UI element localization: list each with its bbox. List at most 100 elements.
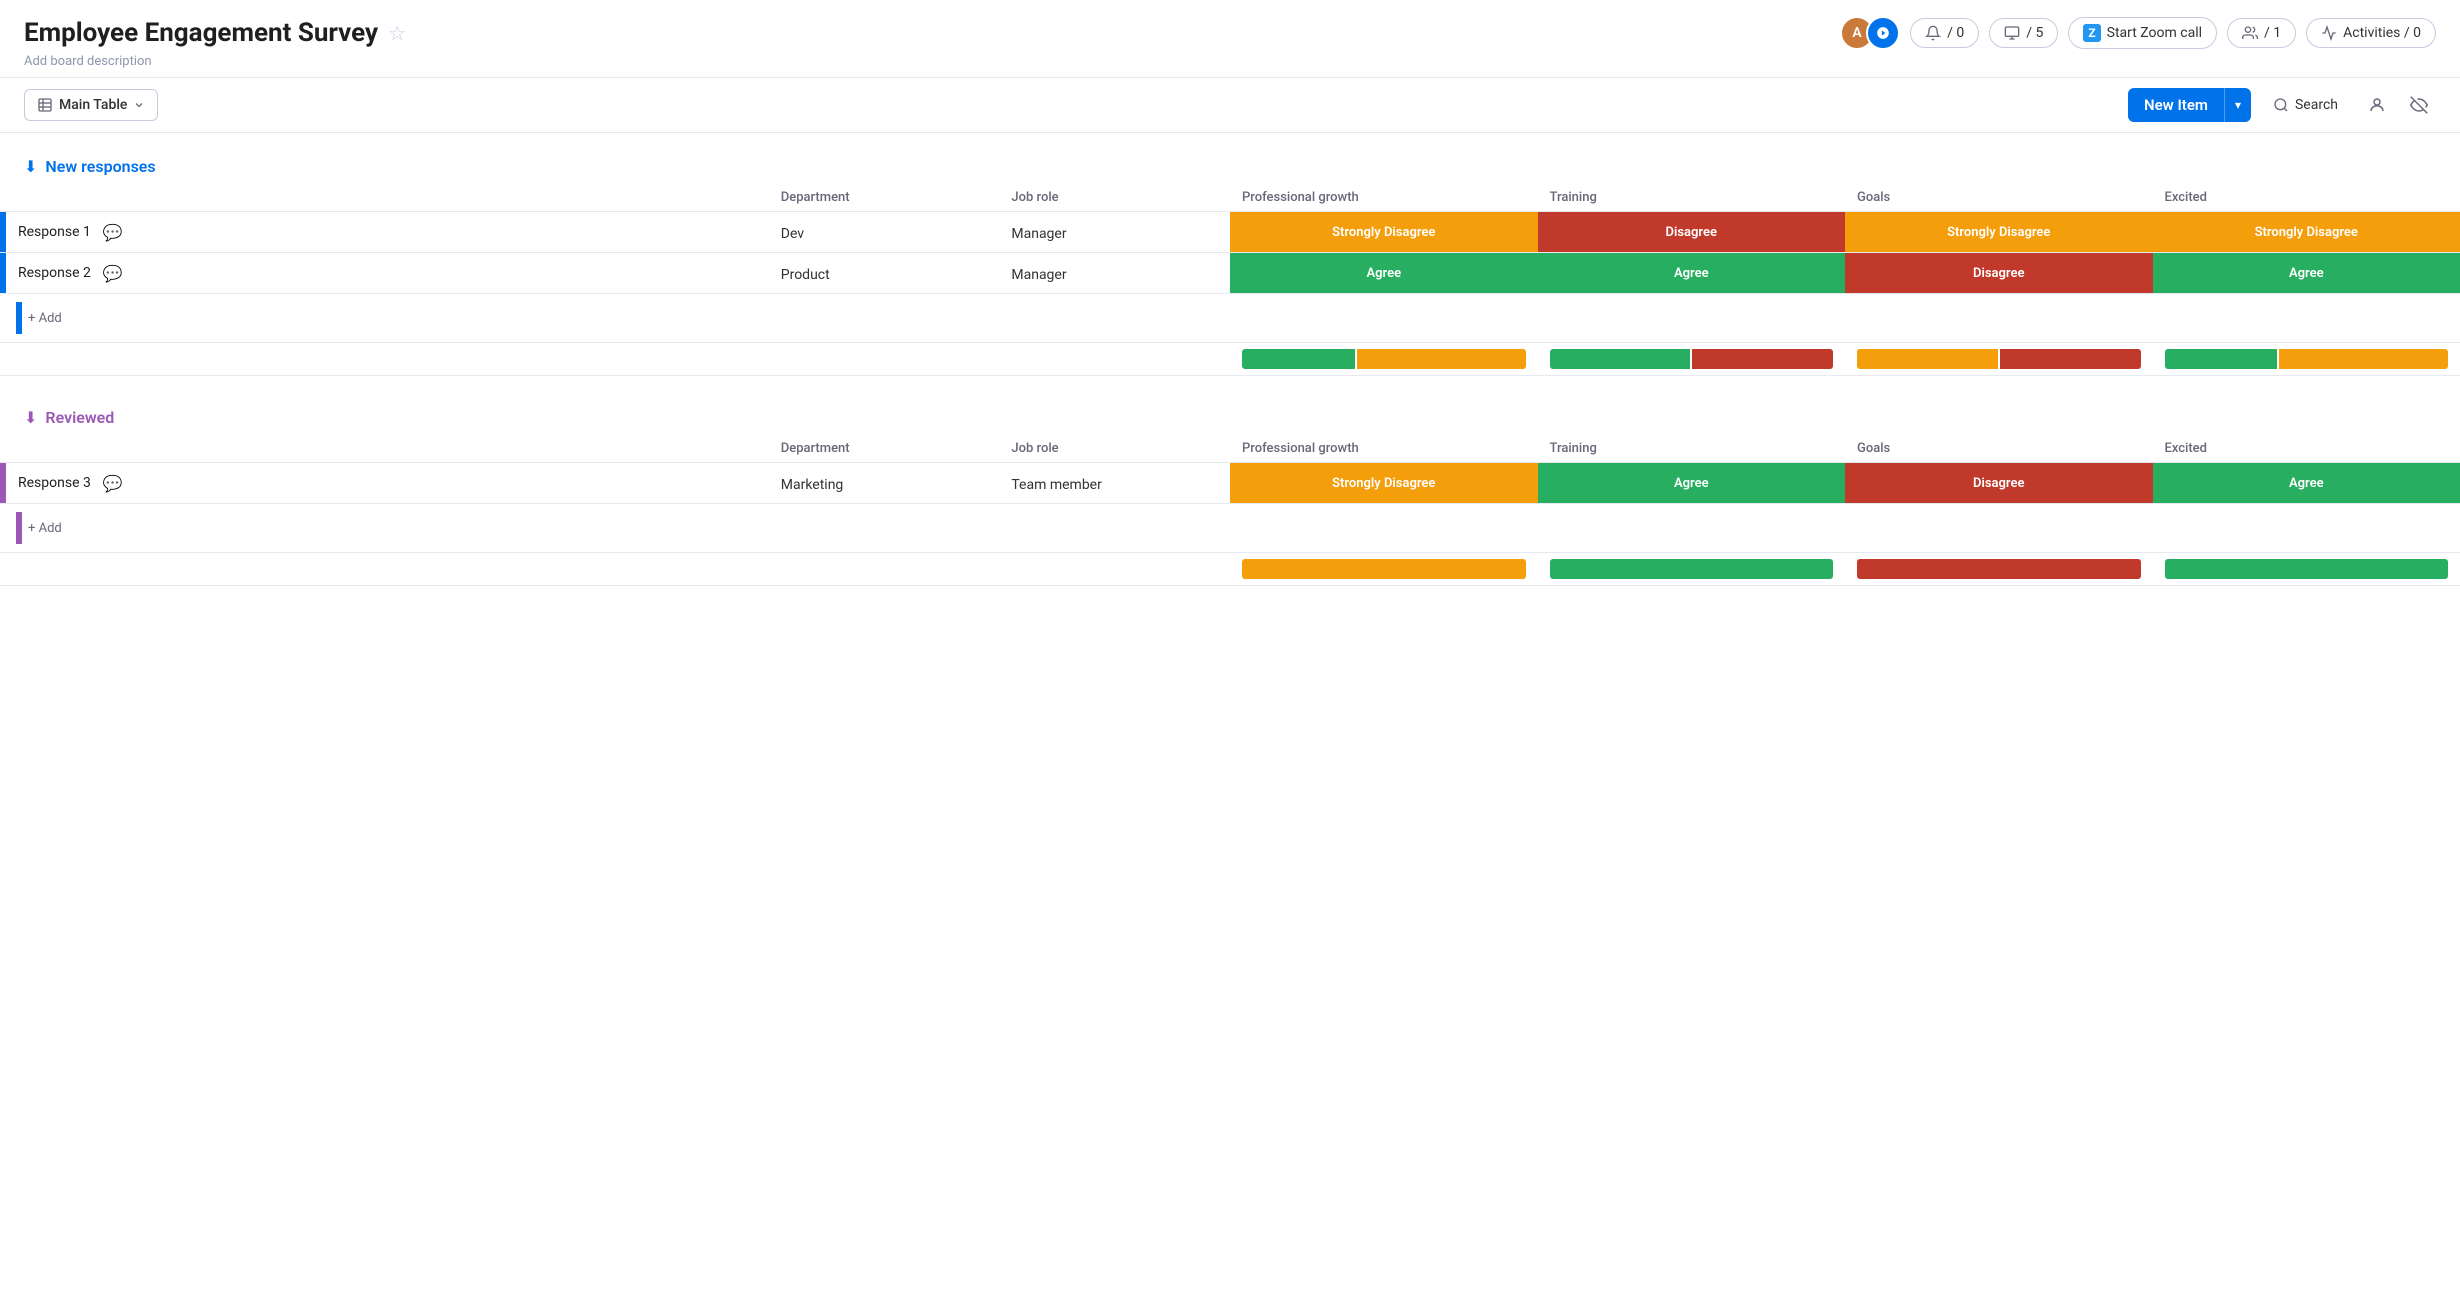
add-row-button-new[interactable]: + Add	[0, 294, 2460, 342]
header-actions: A / 0 / 5 Z Start Zoom call / 1	[1840, 16, 2436, 50]
users-count: / 1	[2264, 25, 2281, 41]
group-title-reviewed[interactable]: Reviewed	[45, 408, 114, 427]
excited-summary-bar	[2165, 349, 2449, 369]
goals-summary-bar	[1857, 349, 2141, 369]
invites-count: / 5	[2026, 25, 2043, 41]
summary-profgrowth-reviewed	[1230, 553, 1538, 586]
goals-badge-1[interactable]: Strongly Disagree	[1845, 212, 2153, 252]
row-name-cell-1: Response 1 💬	[0, 212, 769, 253]
row-name-2: Response 2	[18, 265, 91, 281]
group-reviewed: ⬇ Reviewed Department Job role Profes	[0, 400, 2460, 586]
main-content: ⬇ New responses Department Department Jo…	[0, 133, 2460, 626]
table-reviewed: Department Job role Professional growth …	[0, 435, 2460, 586]
summary-row-new	[0, 343, 2460, 376]
summary-training-reviewed	[1538, 553, 1846, 586]
page-header: Employee Engagement Survey ☆ A / 0 / 5 Z…	[0, 0, 2460, 78]
goals-cell-1[interactable]: Strongly Disagree	[1845, 212, 2153, 253]
person-icon-button[interactable]	[2360, 88, 2394, 122]
col-header-training-new: Training	[1538, 184, 1846, 212]
new-item-button[interactable]: New Item ▾	[2128, 88, 2251, 122]
add-row-label-reviewed[interactable]: + Add	[28, 521, 62, 536]
summary-empty-reviewed	[0, 553, 1230, 586]
board-description[interactable]: Add board description	[24, 54, 2436, 69]
table-icon	[37, 97, 53, 113]
add-row-reviewed[interactable]: + Add	[0, 504, 2460, 553]
search-button[interactable]: Search	[2259, 90, 2352, 120]
goals-summary-bar-r	[1857, 559, 2141, 579]
updates-count: / 0	[1947, 25, 1964, 41]
profgrowth-cell-3[interactable]: Strongly Disagree	[1230, 463, 1538, 504]
zoom-button[interactable]: Z Start Zoom call	[2068, 17, 2217, 49]
goals-badge-3[interactable]: Disagree	[1845, 463, 2153, 503]
users-button[interactable]: / 1	[2227, 18, 2296, 48]
jobrole-value-1: Manager	[999, 218, 1078, 250]
training-cell-2[interactable]: Agree	[1538, 253, 1846, 294]
excited-cell-1[interactable]: Strongly Disagree	[2153, 212, 2460, 253]
training-badge-2[interactable]: Agree	[1538, 253, 1846, 293]
dept-value-1: Dev	[769, 218, 816, 250]
col-header-excited-reviewed: Excited	[2153, 435, 2460, 463]
training-badge-1[interactable]: Disagree	[1538, 212, 1846, 252]
excited-cell-2[interactable]: Agree	[2153, 253, 2460, 294]
training-cell-3[interactable]: Agree	[1538, 463, 1846, 504]
toolbar-right: New Item ▾ Search	[2128, 88, 2436, 122]
excited-badge-1[interactable]: Strongly Disagree	[2153, 212, 2460, 252]
col-header-profgrowth-reviewed: Professional growth	[1230, 435, 1538, 463]
row-name-cell-3: Response 3 💬	[0, 463, 769, 504]
add-row-new[interactable]: + Add	[0, 294, 2460, 343]
chevron-down-icon	[133, 99, 145, 111]
updates-button[interactable]: / 0	[1910, 18, 1979, 48]
summary-profgrowth-new	[1230, 343, 1538, 376]
invites-button[interactable]: / 5	[1989, 18, 2058, 48]
profgrowth-badge-2[interactable]: Agree	[1230, 253, 1538, 293]
training-cell-1[interactable]: Disagree	[1538, 212, 1846, 253]
profgrowth-cell-1[interactable]: Strongly Disagree	[1230, 212, 1538, 253]
comment-icon-2[interactable]: 💬	[103, 264, 123, 283]
goals-badge-2[interactable]: Disagree	[1845, 253, 2153, 293]
jobrole-cell-3: Team member	[999, 463, 1230, 504]
row-name-3: Response 3	[18, 475, 91, 491]
bar-seg-red	[1692, 349, 1833, 369]
activities-button[interactable]: Activities / 0	[2306, 18, 2436, 48]
col-header-training-reviewed: Training	[1538, 435, 1846, 463]
hide-icon-button[interactable]	[2402, 88, 2436, 122]
summary-empty-new	[0, 343, 1230, 376]
excited-badge-3[interactable]: Agree	[2153, 463, 2460, 503]
add-row-label-new[interactable]: + Add	[28, 311, 62, 326]
search-label: Search	[2295, 97, 2338, 113]
row-name-1: Response 1	[18, 224, 91, 240]
star-icon[interactable]: ☆	[388, 21, 406, 45]
table-wrapper-reviewed: Department Job role Professional growth …	[0, 435, 2460, 586]
excited-summary-bar-r	[2165, 559, 2449, 579]
col-header-jobrole-reviewed: Job role	[999, 435, 1230, 463]
goals-cell-2[interactable]: Disagree	[1845, 253, 2153, 294]
training-summary-bar-r	[1550, 559, 1834, 579]
excited-cell-3[interactable]: Agree	[2153, 463, 2460, 504]
group-collapse-arrow-reviewed[interactable]: ⬇	[24, 408, 37, 427]
jobrole-cell-1: Manager	[999, 212, 1230, 253]
bar-seg-green-r	[1550, 559, 1834, 579]
comment-icon-1[interactable]: 💬	[103, 223, 123, 242]
col-header-name-new: Department	[0, 184, 769, 212]
activities-label: Activities / 0	[2343, 25, 2421, 41]
profgrowth-cell-2[interactable]: Agree	[1230, 253, 1538, 294]
add-row-button-reviewed[interactable]: + Add	[0, 504, 2460, 552]
bar-seg-green-2	[1550, 349, 1691, 369]
group-title-new-responses[interactable]: New responses	[45, 157, 155, 176]
table-row: Response 2 💬 Product Manager	[0, 253, 2460, 294]
bar-seg-red-2	[2000, 349, 2141, 369]
avatar-secondary	[1866, 16, 1900, 50]
dept-value-2: Product	[769, 259, 842, 291]
excited-badge-2[interactable]: Agree	[2153, 253, 2460, 293]
comment-icon-3[interactable]: 💬	[103, 474, 123, 493]
profgrowth-badge-1[interactable]: Strongly Disagree	[1230, 212, 1538, 252]
group-collapse-arrow-new[interactable]: ⬇	[24, 157, 37, 176]
goals-cell-3[interactable]: Disagree	[1845, 463, 2153, 504]
profgrowth-badge-3[interactable]: Strongly Disagree	[1230, 463, 1538, 503]
new-item-label[interactable]: New Item	[2128, 88, 2225, 122]
main-table-tab[interactable]: Main Table	[24, 89, 158, 121]
group-header-new-responses: ⬇ New responses	[0, 149, 2460, 184]
col-header-department-reviewed: Department	[769, 435, 1000, 463]
training-badge-3[interactable]: Agree	[1538, 463, 1846, 503]
new-item-dropdown-arrow[interactable]: ▾	[2225, 90, 2251, 120]
